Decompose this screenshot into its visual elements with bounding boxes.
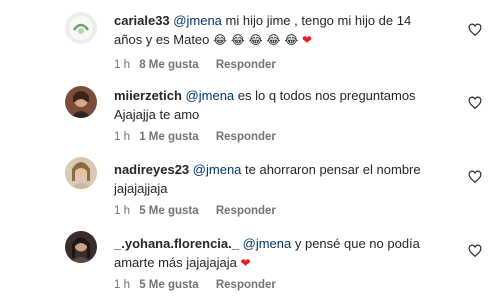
heart-outline-icon[interactable]	[468, 96, 482, 110]
avatar[interactable]	[65, 86, 97, 118]
likes-count[interactable]: 5 Me gusta	[139, 205, 198, 217]
comment-text: miierzetich @jmena es lo q todos nos pre…	[114, 86, 454, 124]
comment-line-2: amarte más jajajajaja	[114, 255, 241, 270]
mention-link[interactable]: @jmena	[193, 162, 242, 177]
heart-emoji: ❤	[302, 33, 313, 47]
comment-line-2: Ajajajja te amo	[114, 107, 200, 122]
likes-count[interactable]: 5 Me gusta	[139, 279, 198, 291]
comment-meta: 1 h 5 Me gusta Responder	[114, 279, 276, 291]
comment-meta: 1 h 1 Me gusta Responder	[114, 131, 276, 143]
username[interactable]: miierzetich	[114, 88, 182, 103]
username[interactable]: _.yohana.florencia._	[114, 236, 239, 251]
timestamp: 1 h	[114, 279, 130, 291]
heart-emoji: ❤	[240, 256, 251, 270]
username[interactable]: cariale33	[114, 13, 170, 28]
likes-count[interactable]: 8 Me gusta	[139, 59, 198, 71]
mention-link[interactable]: @jmena	[243, 236, 292, 251]
heart-outline-icon[interactable]	[468, 23, 482, 37]
comment-text: cariale33 @jmena mi hijo jime , tengo mi…	[114, 11, 454, 50]
comment-line-2: jajajajjaja	[114, 181, 168, 196]
mention-link[interactable]: @jmena	[173, 13, 222, 28]
reply-button[interactable]: Responder	[216, 279, 276, 291]
comment-line-1: y pensé que no podía	[291, 236, 420, 251]
timestamp: 1 h	[114, 59, 130, 71]
avatar[interactable]	[65, 157, 97, 189]
comment-line-1: mi hijo jime , tengo mi hijo de 14	[221, 13, 412, 28]
timestamp: 1 h	[114, 205, 130, 217]
heart-outline-icon[interactable]	[468, 244, 482, 258]
comment-meta: 1 h 5 Me gusta Responder	[114, 205, 276, 217]
comment-meta: 1 h 8 Me gusta Responder	[114, 59, 276, 71]
comment-line-2: años y es Mateo	[114, 32, 213, 47]
emoji-laughing: 😂 😂 😂 😂 😂	[213, 33, 299, 47]
likes-count[interactable]: 1 Me gusta	[139, 131, 198, 143]
heart-outline-icon[interactable]	[468, 170, 482, 184]
reply-button[interactable]: Responder	[216, 131, 276, 143]
comment-line-1: te ahorraron pensar el nombre	[241, 162, 421, 177]
username[interactable]: nadireyes23	[114, 162, 189, 177]
avatar[interactable]	[65, 231, 97, 263]
comment-text: nadireyes23 @jmena te ahorraron pensar e…	[114, 160, 454, 198]
reply-button[interactable]: Responder	[216, 59, 276, 71]
mention-link[interactable]: @jmena	[186, 88, 235, 103]
avatar[interactable]	[65, 12, 97, 44]
reply-button[interactable]: Responder	[216, 205, 276, 217]
comment-line-1: es lo q todos nos preguntamos	[234, 88, 416, 103]
comment-text: _.yohana.florencia._ @jmena y pensé que …	[114, 234, 454, 273]
timestamp: 1 h	[114, 131, 130, 143]
